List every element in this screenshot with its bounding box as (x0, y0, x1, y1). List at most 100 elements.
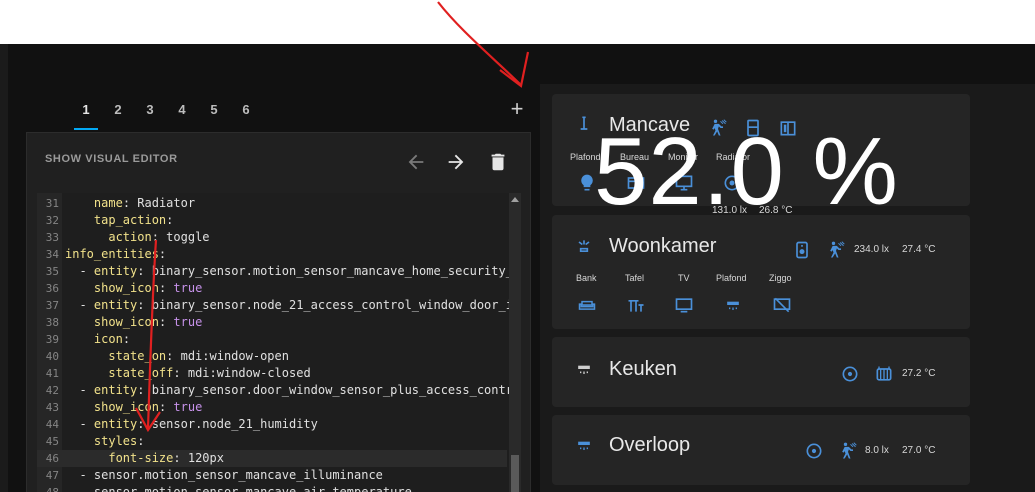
speaker-icon (792, 240, 812, 260)
code-line[interactable]: 36 show_icon: true (37, 280, 507, 297)
code-line[interactable]: 37 - entity: binary_sensor.node_21_acces… (37, 297, 520, 314)
yaml-key: styles (93, 434, 138, 448)
yaml-value: binary_sensor.node_21_access_control_win… (151, 298, 521, 312)
code-line[interactable]: 34 info_entities: (37, 246, 507, 263)
trash-icon[interactable] (487, 151, 509, 173)
tab-6[interactable]: 6 (230, 96, 262, 132)
editor-scrollbar[interactable] (509, 193, 521, 492)
code-line[interactable]: 46 font-size: 120px (37, 450, 507, 467)
code-line[interactable]: 48 - sensor.motion_sensor_mancave_air_te… (37, 484, 507, 492)
yaml-separator: : (158, 315, 174, 329)
ceiling-light-icon[interactable] (723, 295, 743, 315)
table-icon[interactable] (626, 295, 646, 315)
show-visual-editor-button[interactable]: SHOW VISUAL EDITOR (45, 153, 178, 165)
yaml-value: mdi:window-closed (187, 366, 311, 380)
yaml-key: name (93, 196, 123, 210)
yaml-key: font-size (108, 451, 174, 465)
code-line[interactable]: 38 show_icon: true (37, 314, 507, 331)
tv-off-icon[interactable] (772, 295, 792, 315)
yaml-separator: : (122, 196, 138, 210)
card-editor: SHOW VISUAL EDITOR 31 name: Radiator 32 t… (26, 132, 531, 492)
yaml-separator: : (173, 451, 188, 465)
line-number: 42 (45, 384, 59, 397)
yaml-value: true (173, 400, 203, 414)
code-indent: - (65, 383, 94, 397)
tab-5[interactable]: 5 (198, 96, 230, 132)
smoke-detector-icon (840, 364, 860, 384)
tv-icon[interactable] (674, 295, 694, 315)
code-line[interactable]: 33 action: toggle (37, 229, 507, 246)
code-line[interactable]: 35 - entity: binary_sensor.motion_sensor… (37, 263, 520, 280)
yaml-key: entity (93, 417, 138, 431)
room-card-keuken[interactable]: Keuken 27.2 °C (552, 337, 970, 407)
code-line[interactable]: 47 - sensor.motion_sensor_mancave_illumi… (37, 467, 507, 484)
code-line[interactable]: 32 tap_action: (37, 212, 507, 229)
line-number: 38 (45, 316, 59, 329)
code-indent: - (65, 264, 94, 278)
yaml-key: info_entities (65, 247, 159, 261)
line-number: 45 (45, 435, 59, 448)
motion-sensor-icon (838, 441, 858, 461)
add-tab-button[interactable]: + (506, 98, 528, 120)
tab-2[interactable]: 2 (102, 96, 134, 132)
code-line[interactable]: 31 name: Radiator (37, 195, 507, 212)
room-card-woonkamer[interactable]: Woonkamer 234.0 lx 27.4 °C Bank Tafel TV… (552, 215, 970, 329)
ceiling-light-icon (574, 359, 594, 379)
scroll-up-icon[interactable] (511, 197, 519, 202)
line-number: 34 (45, 248, 59, 261)
line-number: 40 (45, 350, 59, 363)
tab-1[interactable]: 1 (70, 96, 102, 132)
yaml-separator: : (158, 247, 167, 261)
ceiling-light-icon (574, 435, 594, 455)
line-number: 43 (45, 401, 59, 414)
yaml-code-editor[interactable]: 31 name: Radiator 32 tap_action: 33 action… (37, 193, 521, 492)
line-number: 41 (45, 367, 59, 380)
scrollbar-thumb[interactable] (511, 455, 519, 492)
code-indent: - (65, 417, 94, 431)
code-line[interactable]: 40 state_on: mdi:window-open (37, 348, 507, 365)
yaml-value: 120px (187, 451, 224, 465)
yaml-separator: : (137, 264, 152, 278)
line-number: 36 (45, 282, 59, 295)
yaml-key: state_off (108, 366, 174, 380)
yaml-key: entity (93, 383, 138, 397)
arrow-left-icon[interactable] (405, 151, 427, 173)
line-number: 44 (45, 418, 59, 431)
room-card-overloop[interactable]: Overloop 8.0 lx 27.0 °C (552, 415, 970, 485)
yaml-key: entity (93, 264, 138, 278)
code-line[interactable]: 43 show_icon: true (37, 399, 507, 416)
motion-sensor-icon (826, 240, 846, 260)
yaml-separator: : (137, 417, 152, 431)
yaml-value: true (173, 315, 203, 329)
tab-3[interactable]: 3 (134, 96, 166, 132)
code-indent: - (65, 485, 94, 492)
top-bar (0, 0, 1035, 44)
code-line[interactable]: 44 - entity: sensor.node_21_humidity (37, 416, 507, 433)
radiator-icon (874, 364, 894, 384)
code-line[interactable]: 41 state_off: mdi:window-closed (37, 365, 507, 382)
view-tabs: 1 2 3 4 5 6 (70, 96, 262, 132)
code-line[interactable]: 45 styles: (37, 433, 507, 450)
yaml-separator: : (173, 366, 188, 380)
entity-label: Tafel (625, 273, 645, 283)
illuminance-value: 8.0 lx (865, 445, 889, 456)
line-number: 31 (45, 197, 59, 210)
yaml-value: binary_sensor.door_window_sensor_plus_ac… (151, 383, 521, 397)
code-line[interactable]: 39 icon: (37, 331, 507, 348)
yaml-separator: : (137, 383, 152, 397)
code-indent: - (65, 468, 94, 482)
code-line[interactable]: 42 - entity: binary_sensor.door_window_s… (37, 382, 520, 399)
arrow-right-icon[interactable] (445, 151, 467, 173)
tab-4[interactable]: 4 (166, 96, 198, 132)
yaml-value: sensor.motion_sensor_mancave_air_tempera… (93, 485, 412, 492)
sofa-icon[interactable] (577, 295, 597, 315)
line-number: 48 (37, 484, 59, 492)
yaml-key: show_icon (93, 315, 159, 329)
yaml-separator: : (158, 281, 174, 295)
